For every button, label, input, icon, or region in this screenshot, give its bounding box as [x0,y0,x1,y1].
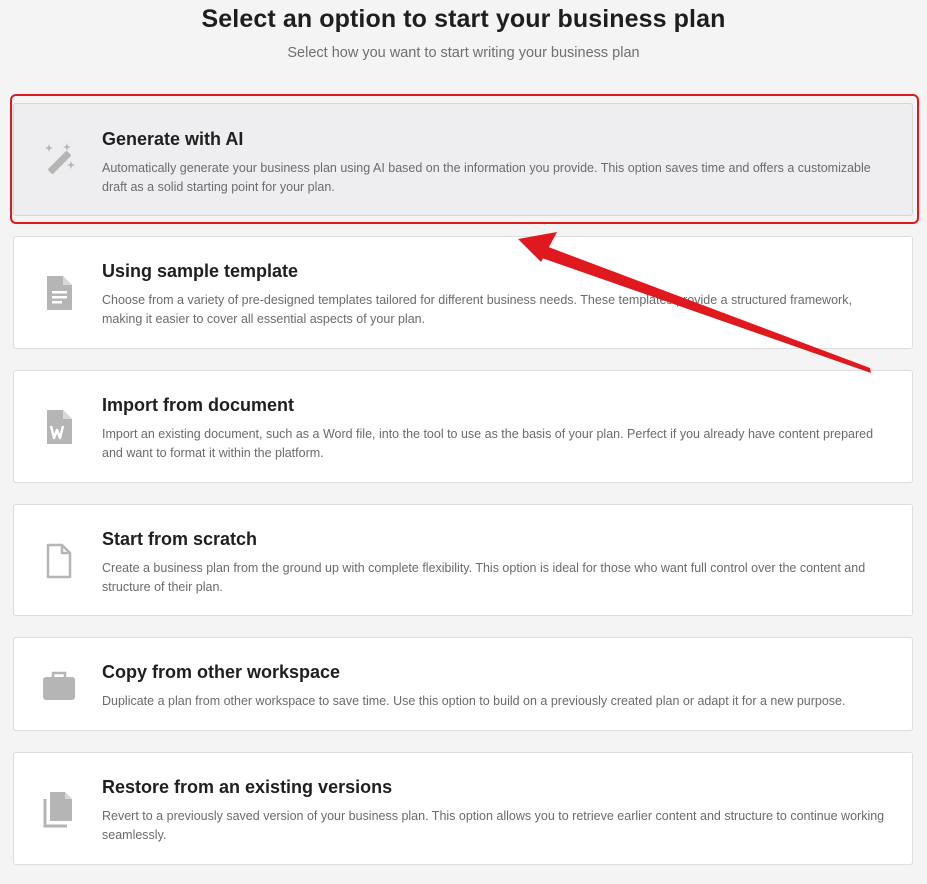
option-copy-workspace[interactable]: Copy from other workspace Duplicate a pl… [13,637,913,731]
option-description: Choose from a variety of pre-designed te… [102,293,852,326]
option-generate-with-ai[interactable]: Generate with AI Automatically generate … [13,103,913,216]
option-description: Automatically generate your business pla… [102,161,871,194]
document-text-icon [39,273,79,313]
copy-files-icon [39,789,79,829]
option-description: Import an existing document, such as a W… [102,427,874,460]
option-title: Generate with AI [102,129,244,149]
option-title: Using sample template [102,261,299,281]
option-start-from-scratch[interactable]: Start from scratch Create a business pla… [13,504,913,616]
page-subtitle: Select how you want to start writing you… [287,45,640,61]
page-title: Select an option to start your business … [201,5,726,33]
word-file-icon [39,407,79,447]
option-description: Revert to a previously saved version of … [102,809,885,842]
option-sample-template[interactable]: Using sample template Choose from a vari… [13,236,913,349]
magic-wand-icon [39,141,79,181]
option-import-document[interactable]: Import from document Import an existing … [13,370,913,483]
option-title: Restore from an existing versions [102,777,393,797]
briefcase-icon [39,666,79,706]
option-title: Copy from other workspace [102,662,341,682]
option-title: Import from document [102,395,294,415]
blank-file-icon [39,541,79,581]
option-description: Create a business plan from the ground u… [102,561,866,594]
page: Select an option to start your business … [0,0,927,884]
option-restore-version[interactable]: Restore from an existing versions Revert… [13,752,913,865]
option-description: Duplicate a plan from other workspace to… [102,694,846,708]
option-title: Start from scratch [102,529,258,549]
